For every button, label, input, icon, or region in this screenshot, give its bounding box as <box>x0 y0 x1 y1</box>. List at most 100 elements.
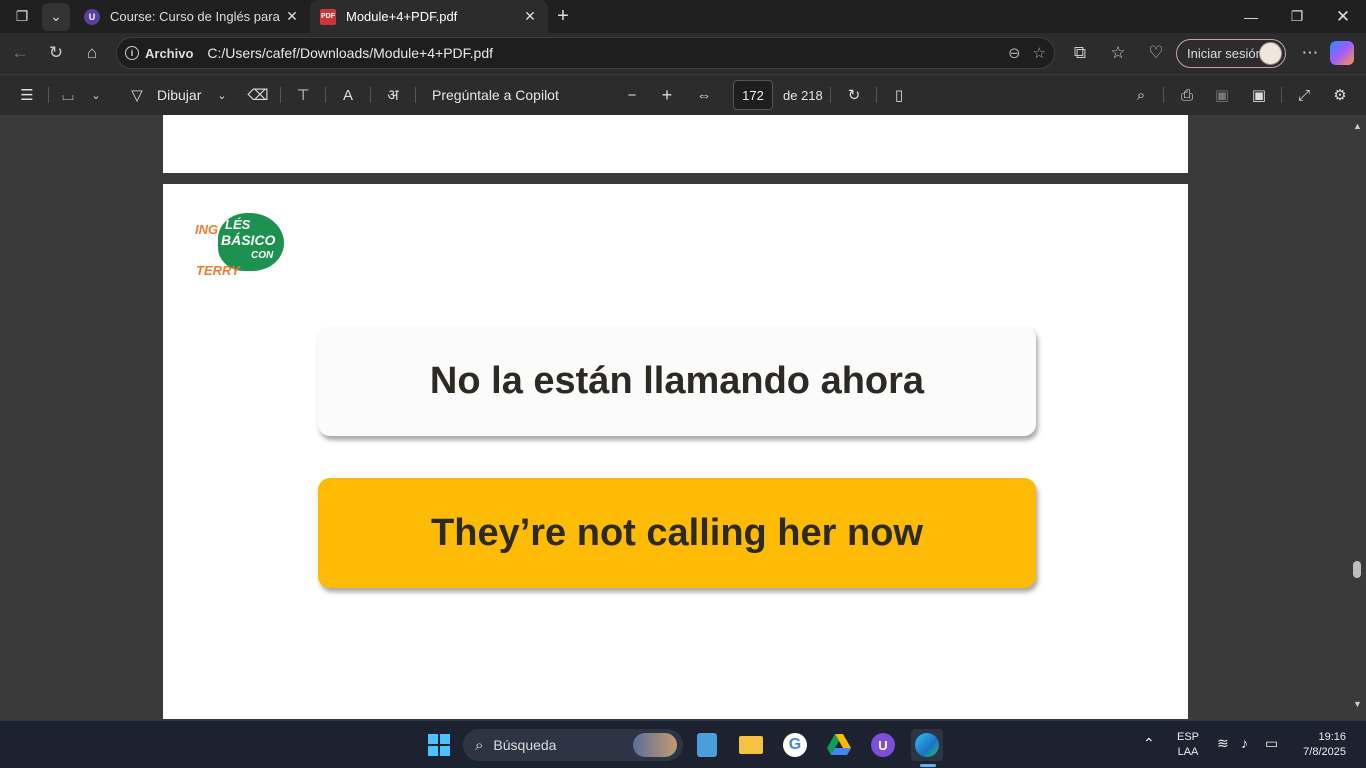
new-tab-button[interactable]: + <box>548 5 578 28</box>
udemy-app-icon[interactable]: U <box>867 729 899 761</box>
address-bar[interactable]: i Archivo C:/Users/cafef/Downloads/Modul… <box>116 37 1055 69</box>
file-explorer-icon[interactable] <box>735 729 767 761</box>
page-view-icon[interactable]: ▯ <box>889 85 909 105</box>
previous-page <box>163 115 1188 173</box>
battery-icon[interactable]: ▭ <box>1265 735 1278 752</box>
browser-title-bar: ❐ ⌄ U Course: Curso de Inglés para princ… <box>0 0 1366 33</box>
search-icon[interactable]: ⌕ <box>1131 85 1151 105</box>
tab-actions-chevron-icon[interactable]: ⌄ <box>42 2 70 31</box>
input-language[interactable]: ESP LAA <box>1175 730 1201 760</box>
draw-button[interactable]: Dibujar <box>157 87 201 103</box>
info-icon: i <box>125 46 139 60</box>
tab-pdf[interactable]: PDF Module+4+PDF.pdf ✕ <box>310 0 548 33</box>
close-tab-icon[interactable]: ✕ <box>282 8 302 25</box>
zoom-out-icon[interactable]: ⊖ <box>1008 44 1021 62</box>
scrollbar-thumb[interactable] <box>1353 561 1361 578</box>
english-sentence-card: They’re not calling her now <box>318 478 1036 588</box>
fit-width-icon[interactable]: ⇔ <box>694 85 714 105</box>
tab-title: Course: Curso de Inglés para princ <box>110 9 282 24</box>
print-icon[interactable]: ⎙ <box>1177 85 1197 105</box>
browser-essentials-icon[interactable]: ♡ <box>1140 37 1172 69</box>
divider <box>370 87 371 103</box>
taskbar-search[interactable]: ⌕ Búsqueda <box>463 729 683 761</box>
highlight-icon[interactable]: ⌴ <box>58 85 78 105</box>
favorites-icon[interactable]: ☆ <box>1102 37 1134 69</box>
microsoft-edge-icon[interactable] <box>911 729 943 761</box>
read-aloud-icon[interactable]: A <box>338 85 358 105</box>
restore-button[interactable]: ❐ <box>1274 0 1320 33</box>
translate-icon[interactable]: अ <box>383 85 403 105</box>
english-sentence: They’re not calling her now <box>431 511 923 554</box>
volume-icon[interactable]: ♪ <box>1241 735 1248 751</box>
avatar <box>1259 42 1282 65</box>
google-drive-icon[interactable] <box>823 729 855 761</box>
chevron-down-icon[interactable]: ⌄ <box>212 85 232 105</box>
divider <box>876 87 877 103</box>
workspaces-icon[interactable]: ❐ <box>8 3 36 31</box>
logo-text: LÉS <box>225 217 251 232</box>
divider <box>415 87 416 103</box>
favorite-star-icon[interactable]: ☆ <box>1033 44 1046 62</box>
date: 7/8/2025 <box>1303 746 1346 758</box>
divider <box>1281 87 1282 103</box>
zoom-in-icon[interactable]: + <box>657 85 677 105</box>
address-toolbar: ← ↻ ⌂ i Archivo C:/Users/cafef/Downloads… <box>0 33 1366 74</box>
google-chrome-icon[interactable]: G <box>779 729 811 761</box>
settings-gear-icon[interactable]: ⚙ <box>1330 85 1350 105</box>
ask-copilot-button[interactable]: Pregúntale a Copilot <box>432 87 559 103</box>
active-app-indicator <box>920 764 936 767</box>
rotate-icon[interactable]: ↻ <box>844 85 864 105</box>
udemy-icon: U <box>84 8 100 25</box>
logo-text: BÁSICO <box>221 232 276 248</box>
search-placeholder: Búsqueda <box>493 737 557 753</box>
text-box-icon[interactable]: ⊤ <box>293 85 313 105</box>
close-tab-icon[interactable]: ✕ <box>520 8 540 25</box>
site-info-label: Archivo <box>145 45 194 61</box>
copilot-icon[interactable] <box>1330 41 1354 65</box>
clock[interactable]: 19:16 7/8/2025 <box>1294 730 1346 760</box>
divider <box>280 87 281 103</box>
draw-icon[interactable]: ▽ <box>127 85 147 105</box>
notepad-icon[interactable] <box>691 729 723 761</box>
spanish-sentence-card: No la están llamando ahora <box>318 326 1036 436</box>
tab-course[interactable]: U Course: Curso de Inglés para princ ✕ <box>74 0 310 33</box>
table-of-contents-icon[interactable]: ☰ <box>17 85 37 105</box>
sign-in-button[interactable]: Iniciar sesión <box>1176 39 1286 68</box>
fullscreen-icon[interactable]: ⤢ <box>1294 85 1314 105</box>
vertical-scrollbar[interactable]: ▲ ▼ <box>1348 115 1366 719</box>
spanish-sentence: No la están llamando ahora <box>429 359 925 402</box>
home-button[interactable]: ⌂ <box>74 37 110 69</box>
wifi-icon[interactable]: ≋ <box>1217 735 1229 752</box>
url-text[interactable]: C:/Users/cafef/Downloads/Module+4+PDF.pd… <box>207 45 493 61</box>
keyboard-layout: LAA <box>1177 746 1199 758</box>
back-button[interactable]: ← <box>2 37 38 69</box>
search-highlight-image <box>633 733 677 757</box>
chevron-down-icon[interactable]: ⌄ <box>86 85 106 105</box>
save-as-icon[interactable]: ▣ <box>1249 85 1269 105</box>
eraser-icon[interactable]: ⌫ <box>247 85 268 105</box>
zoom-out-icon[interactable]: − <box>622 85 642 105</box>
show-hidden-icons-chevron-icon[interactable]: ⌃ <box>1143 735 1155 752</box>
scroll-up-icon[interactable]: ▲ <box>1353 121 1362 131</box>
divider <box>1163 87 1164 103</box>
logo-text: TERRY <box>196 263 240 278</box>
save-icon[interactable]: ▣ <box>1212 85 1232 105</box>
ingles-basico-con-terry-logo: ING LÉS BÁSICO CON TERRY <box>195 211 287 281</box>
site-info-button[interactable]: i Archivo <box>125 46 193 61</box>
extensions-icon[interactable]: ⧉ <box>1064 37 1096 69</box>
tab-title: Module+4+PDF.pdf <box>346 9 458 24</box>
windows-start-icon[interactable] <box>423 729 455 761</box>
scroll-down-icon[interactable]: ▼ <box>1353 699 1362 709</box>
refresh-button[interactable]: ↻ <box>38 37 74 69</box>
language-code: ESP <box>1176 731 1199 743</box>
page-number-input[interactable]: 172 <box>733 80 773 110</box>
minimize-button[interactable]: — <box>1228 0 1274 33</box>
logo-text: ING <box>195 222 219 237</box>
pdf-viewer[interactable]: ING LÉS BÁSICO CON TERRY No la están lla… <box>0 115 1366 719</box>
more-options-icon[interactable]: ⋯ <box>1292 37 1328 69</box>
divider <box>325 87 326 103</box>
page-total: de 218 <box>783 88 823 103</box>
sign-in-label: Iniciar sesión <box>1187 46 1263 61</box>
search-icon: ⌕ <box>475 736 484 754</box>
close-window-button[interactable]: ✕ <box>1320 0 1366 33</box>
